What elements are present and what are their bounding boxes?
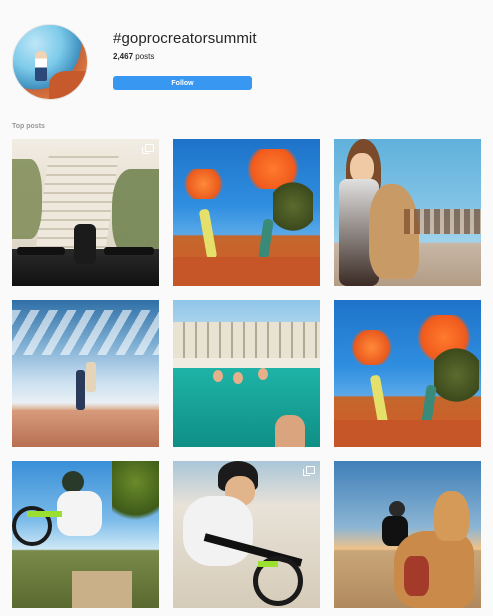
post-tile-4[interactable] [12,300,159,447]
follow-button[interactable]: Follow [113,76,252,90]
hashtag-title: #goprocreatorsummit [113,30,257,47]
multiple-photos-icon [142,144,154,154]
post-tile-5[interactable] [173,300,320,447]
post-tile-3[interactable] [334,139,481,286]
post-tile-8[interactable] [173,461,320,608]
post-count-label: posts [135,52,155,61]
post-tile-9[interactable] [334,461,481,608]
post-tile-6[interactable] [334,300,481,447]
post-count: 2,467 posts [113,52,154,61]
post-tile-2[interactable] [173,139,320,286]
post-count-value: 2,467 [113,52,134,61]
hashtag-header: #goprocreatorsummit 2,467 posts Follow [12,24,482,104]
post-tile-7[interactable] [12,461,159,608]
post-tile-1[interactable] [12,139,159,286]
top-posts-label: Top posts [12,123,45,130]
multiple-photos-icon [303,466,315,476]
hashtag-avatar [12,24,88,100]
